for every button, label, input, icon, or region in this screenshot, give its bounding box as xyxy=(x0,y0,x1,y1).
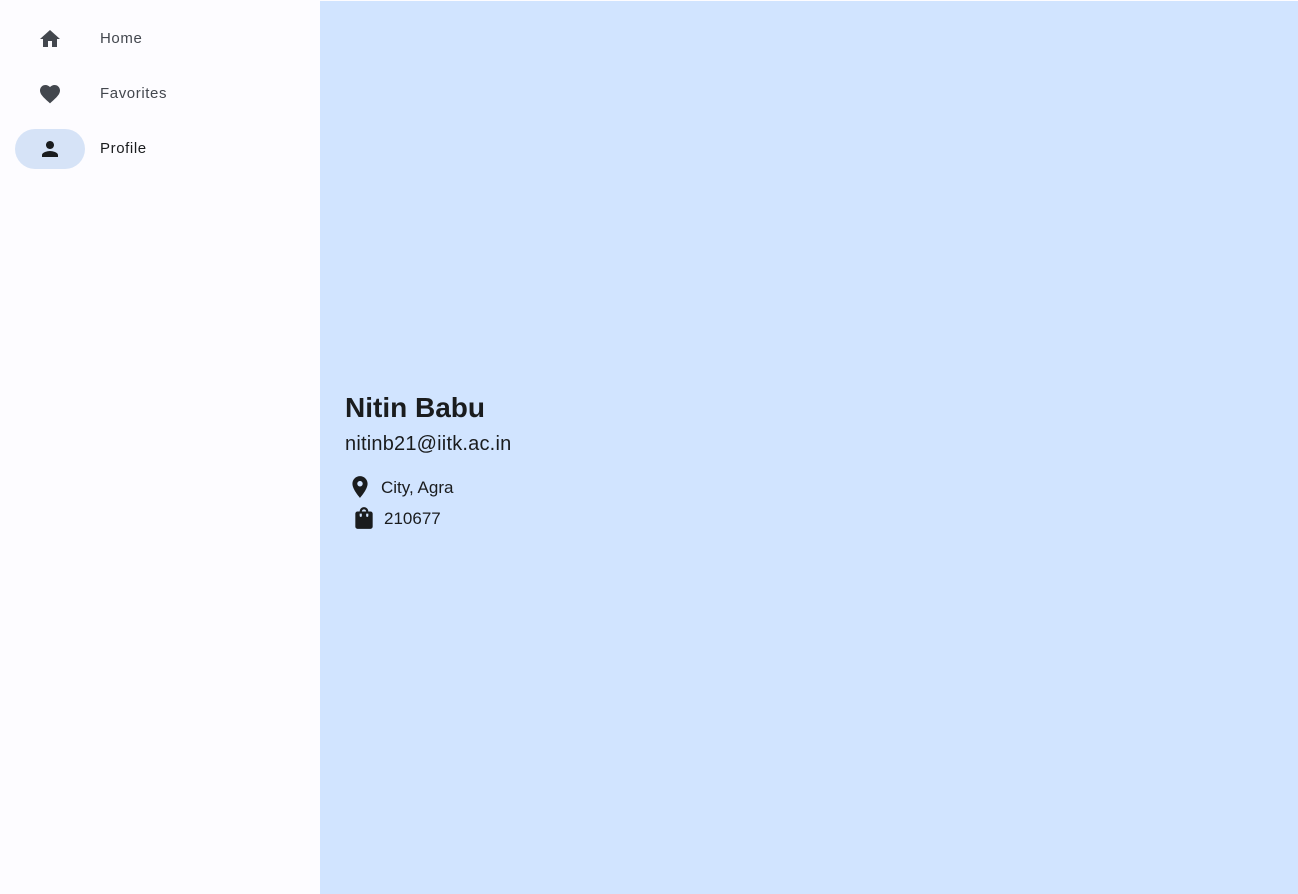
location-pin-icon xyxy=(352,476,368,498)
navigation-rail: Home Favorites Profile xyxy=(0,0,320,894)
profile-email: nitinb21@iitk.ac.in xyxy=(345,433,512,455)
nav-item-favorites[interactable]: Favorites xyxy=(15,74,305,114)
profile-name: Nitin Babu xyxy=(345,392,485,423)
home-icon xyxy=(38,27,62,51)
location-text: City, Agra xyxy=(381,478,454,497)
nav-label-favorites: Favorites xyxy=(100,85,168,102)
nav-item-profile[interactable]: Profile xyxy=(15,129,305,169)
nav-label-home: Home xyxy=(100,30,143,47)
nav-item-home[interactable]: Home xyxy=(15,19,305,59)
person-icon xyxy=(38,137,62,161)
profile-content: Nitin Babu nitinb21@iitk.ac.in City, Agr… xyxy=(320,1,1298,894)
shopping-bag-icon xyxy=(355,507,373,529)
code-text: 210677 xyxy=(384,509,441,528)
nav-label-profile: Profile xyxy=(100,140,147,157)
heart-icon xyxy=(38,82,62,106)
